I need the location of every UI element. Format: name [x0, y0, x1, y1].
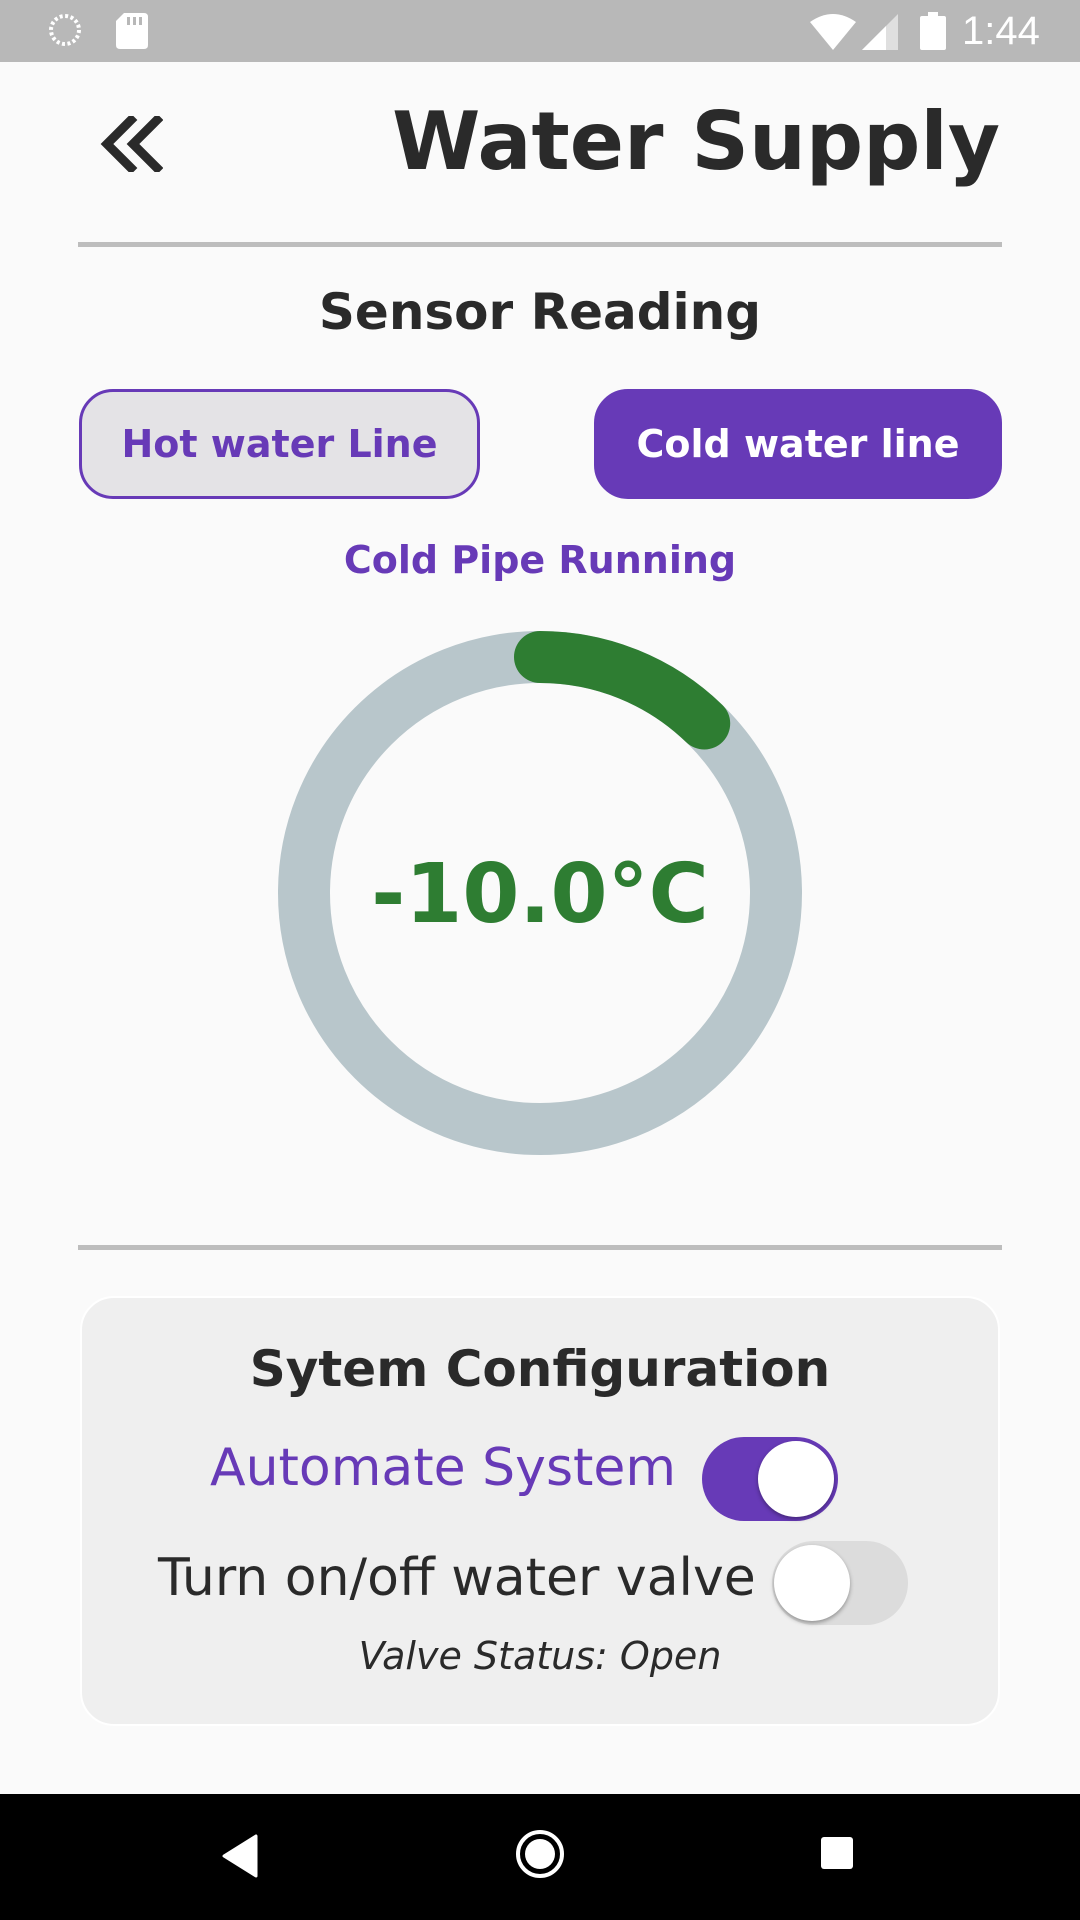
pipe-status-label: Cold Pipe Running [343, 538, 737, 582]
wifi-icon [810, 14, 856, 50]
toggle-thumb [774, 1545, 850, 1621]
toggle-thumb [758, 1441, 834, 1517]
back-button[interactable] [95, 108, 167, 180]
signal-icon [862, 14, 898, 50]
page-title: Water Supply [392, 95, 1000, 188]
screen: 1:44 Water Supply Sensor Reading Hot wat… [0, 0, 1080, 1920]
double-chevron-left-icon [100, 116, 163, 172]
hot-water-line-button[interactable]: Hot water Line [79, 389, 480, 499]
header-divider [78, 242, 1002, 247]
gauge-progress [514, 631, 731, 750]
water-valve-label: Turn on/off water valve [158, 1548, 756, 1608]
water-valve-toggle[interactable] [772, 1541, 908, 1625]
temperature-value: -10.0°C [371, 847, 709, 942]
section-divider [78, 1245, 1002, 1250]
sd-card-icon [116, 13, 148, 49]
recents-square-icon[interactable] [820, 1836, 854, 1870]
sensor-section-title: Sensor Reading [318, 283, 762, 341]
automate-system-toggle[interactable] [702, 1437, 838, 1521]
config-title: Sytem Configuration [249, 1340, 831, 1398]
home-circle-icon[interactable] [514, 1828, 566, 1880]
status-bar: 1:44 [0, 0, 1080, 62]
sync-icon [49, 14, 81, 46]
battery-icon [920, 12, 946, 50]
cold-water-line-button[interactable]: Cold water line [594, 389, 1002, 499]
navigation-bar [0, 1794, 1080, 1920]
automate-system-label: Automate System [210, 1438, 677, 1498]
status-time: 1:44 [962, 9, 1040, 53]
valve-status-text: Valve Status: Open [358, 1634, 722, 1678]
back-triangle-icon[interactable] [222, 1834, 258, 1878]
